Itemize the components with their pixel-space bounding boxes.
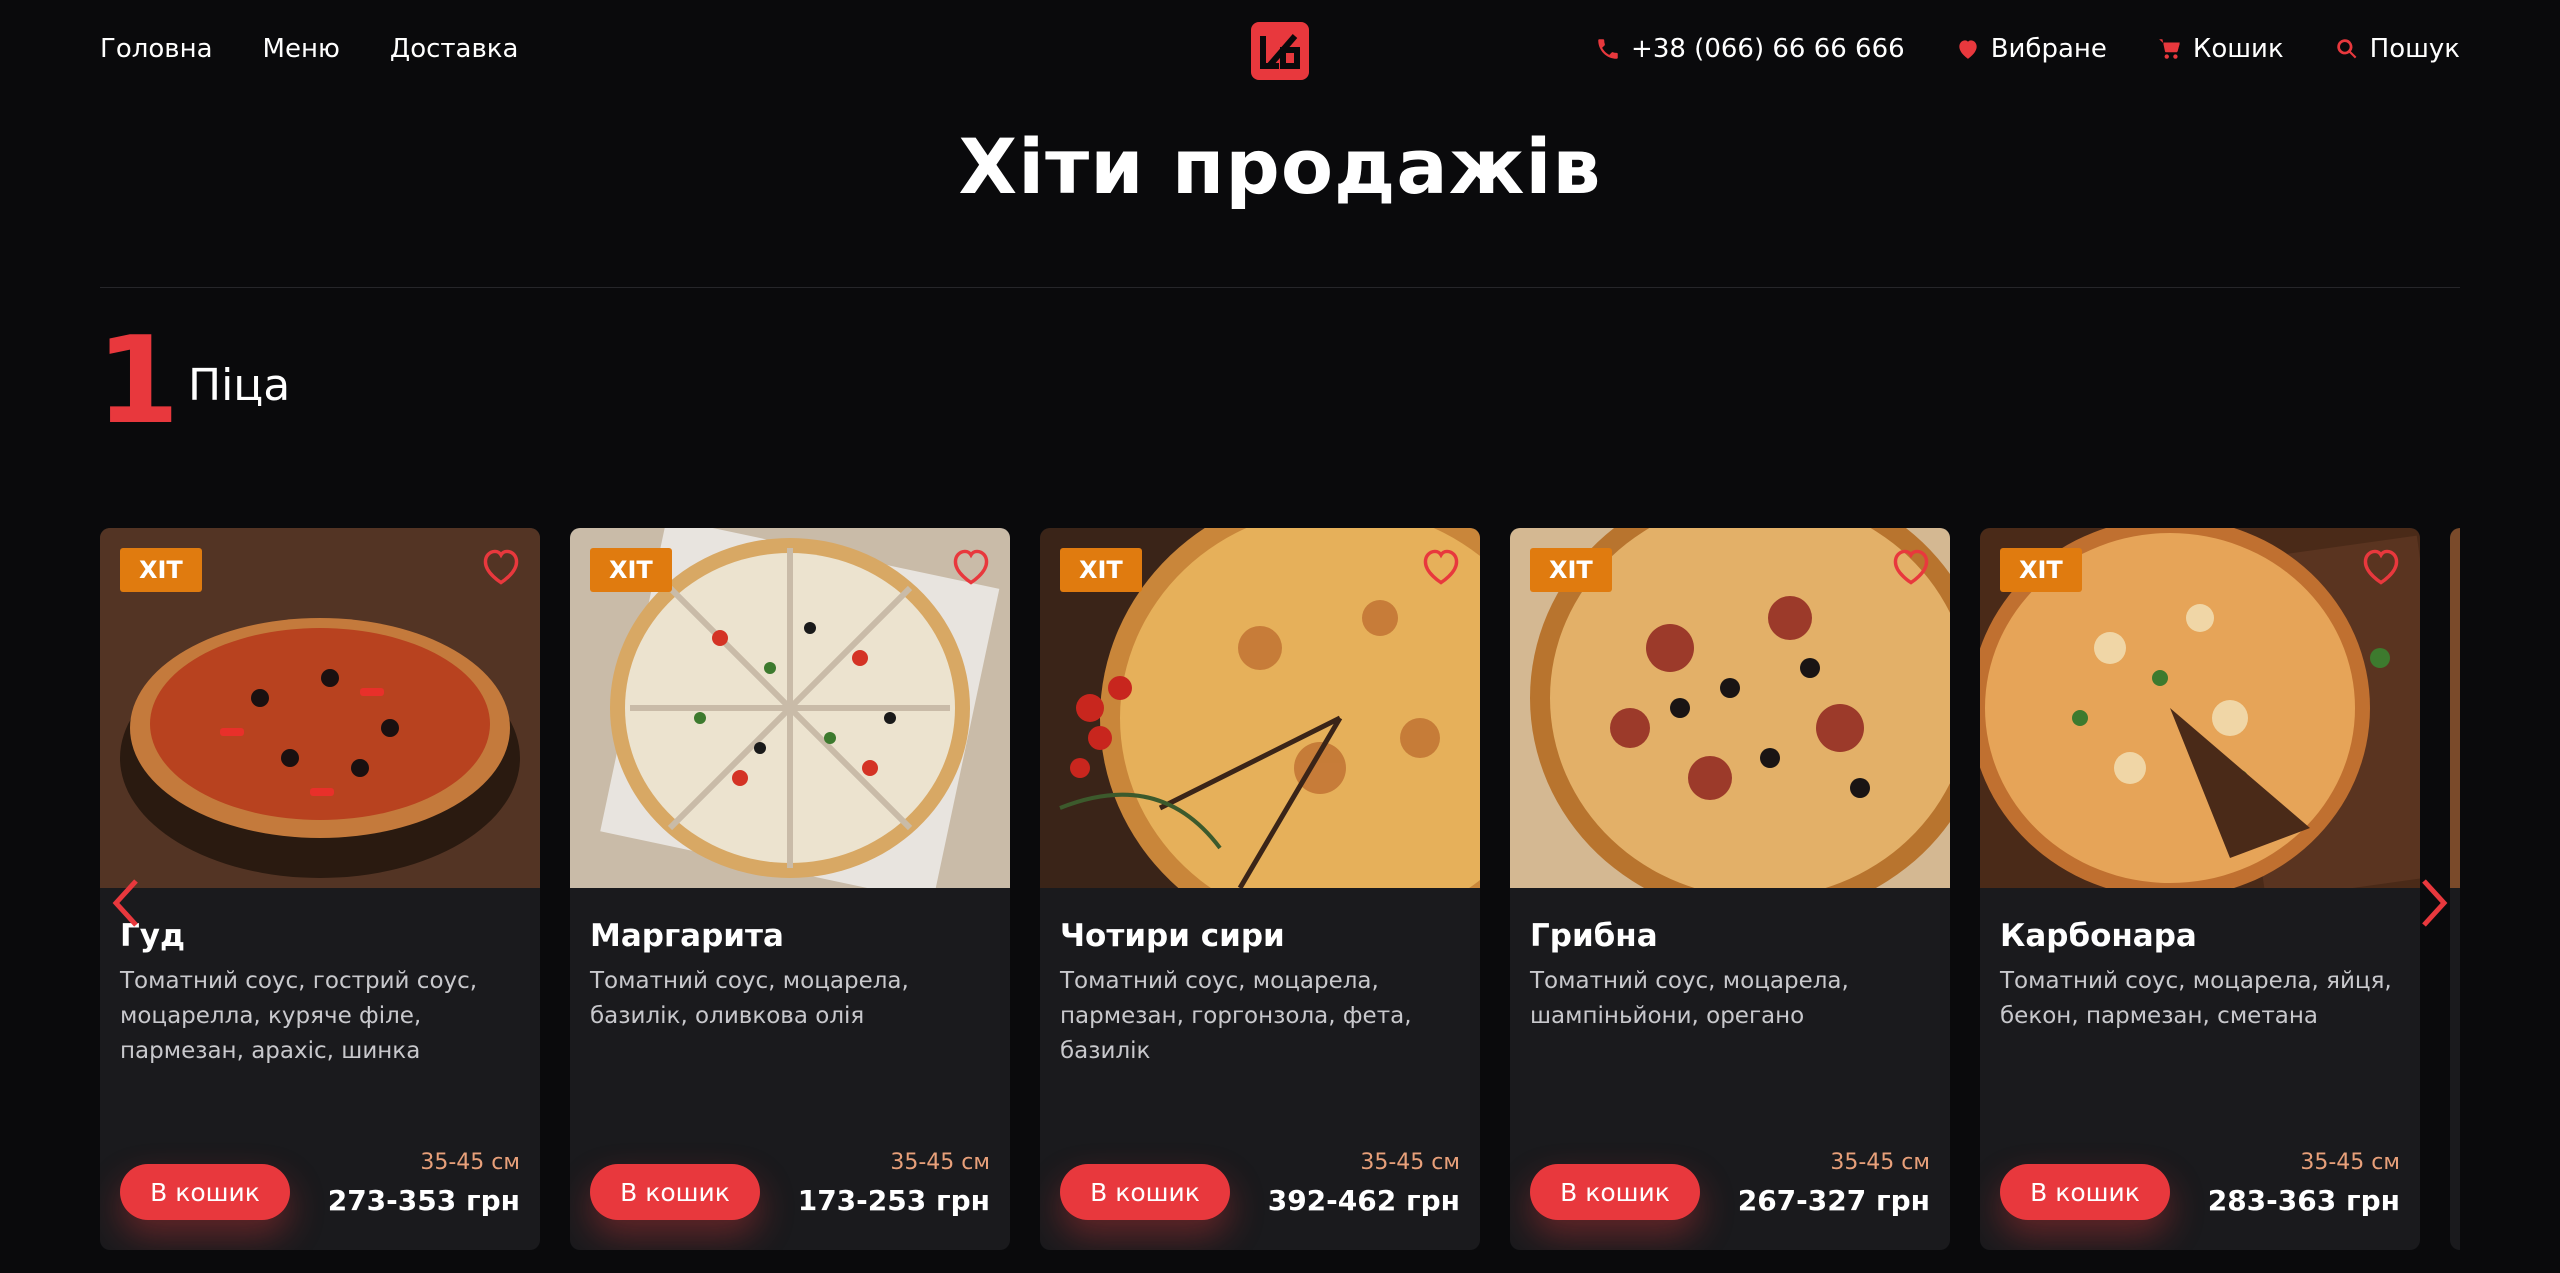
logo[interactable]	[1249, 20, 1311, 82]
product-price: 283-363 грн	[2207, 1184, 2400, 1217]
product-size: 35-45 см	[1830, 1150, 1930, 1175]
product-title: Карбонара	[2000, 918, 2197, 954]
add-to-cart-button[interactable]: В кошик	[590, 1164, 760, 1220]
nav-home-link[interactable]: Головна	[100, 34, 213, 64]
product-card[interactable]: ХІТ Гуд Томатний соус, гострий соус, моц…	[100, 528, 540, 1250]
favorite-heart-icon[interactable]	[480, 548, 522, 586]
phone-icon	[1598, 39, 1618, 59]
cart-icon	[2159, 39, 2180, 59]
product-description: Томатний соус, гострий соус, моцарелла, …	[120, 968, 478, 1064]
product-card[interactable]: ХІТ Карбонара Томатний соус, моцарела, я…	[1980, 528, 2420, 1250]
site-header: Головна Меню Доставка +38 (066) 66 66 66…	[0, 0, 2560, 104]
product-size: 35-45 см	[890, 1150, 990, 1175]
section-number: 1	[96, 312, 180, 451]
favorite-heart-icon[interactable]	[2360, 548, 2402, 586]
chevron-left-icon	[112, 879, 138, 927]
favorites-label: Вибране	[1990, 34, 2107, 64]
product-description: Томатний соус, моцарела, пармезан, горго…	[1060, 968, 1412, 1064]
add-to-cart-button[interactable]: В кошик	[1060, 1164, 1230, 1220]
favorite-heart-icon[interactable]	[950, 548, 992, 586]
main-nav: Головна Меню Доставка	[100, 34, 518, 64]
product-title: Чотири сири	[1060, 918, 1285, 954]
product-price: 267-327 грн	[1737, 1184, 1930, 1217]
favorite-heart-icon[interactable]	[1420, 548, 1462, 586]
phone-number: +38 (066) 66 66 666	[1631, 34, 1905, 64]
chevron-right-icon	[2422, 879, 2448, 927]
phone-link[interactable]: +38 (066) 66 66 666	[1595, 34, 1905, 64]
product-card[interactable]: ХІТ Грибна Томатний соус, моцарела, шамп…	[1510, 528, 1950, 1250]
cart-link[interactable]: Кошик	[2157, 34, 2284, 64]
product-price: 273-353 грн	[327, 1184, 520, 1217]
product-size: 35-45 см	[2300, 1150, 2400, 1175]
heart-icon	[1959, 40, 1977, 59]
add-to-cart-button[interactable]: В кошик	[2000, 1164, 2170, 1220]
product-price: 173-253 грн	[797, 1184, 990, 1217]
search-icon	[2336, 39, 2357, 59]
product-size: 35-45 см	[420, 1150, 520, 1175]
hit-badge: ХІТ	[1530, 548, 1612, 592]
product-description: Томатний соус, моцарела, яйця, бекон, па…	[2000, 968, 2392, 1029]
add-to-cart-button[interactable]: В кошик	[120, 1164, 290, 1220]
product-title: Грибна	[1530, 918, 1658, 954]
carousel-prev-button[interactable]	[106, 875, 146, 931]
product-card[interactable]: ХІТ Маргарита Томатний соус, моцарела, б…	[570, 528, 1010, 1250]
hit-badge: ХІТ	[2000, 548, 2082, 592]
section-title: Піца	[188, 360, 291, 411]
hit-badge: ХІТ	[1060, 548, 1142, 592]
favorites-link[interactable]: Вибране	[1955, 34, 2107, 64]
product-title: Маргарита	[590, 918, 784, 954]
carousel-next-button[interactable]	[2414, 875, 2454, 931]
page-title: Хіти продажів	[958, 122, 1602, 211]
search-link[interactable]: Пошук	[2334, 34, 2460, 64]
divider	[100, 287, 2460, 288]
product-image	[2450, 528, 2460, 888]
nav-delivery-link[interactable]: Доставка	[390, 34, 519, 64]
hit-badge: ХІТ	[120, 548, 202, 592]
product-size: 35-45 см	[1360, 1150, 1460, 1175]
product-card[interactable]: ХІТ Чотири сири Томатний соус, моцарела,…	[1040, 528, 1480, 1250]
product-carousel: ХІТ Гуд Томатний соус, гострий соус, моц…	[100, 528, 2460, 1252]
product-description: Томатний соус, моцарела, шампіньйони, ор…	[1530, 968, 1849, 1029]
cart-label: Кошик	[2192, 34, 2284, 64]
product-description: Томатний соус, моцарела, базилік, оливко…	[590, 968, 909, 1029]
favorite-heart-icon[interactable]	[1890, 548, 1932, 586]
header-actions: +38 (066) 66 66 666 Вибране Кошик Пошук	[1595, 34, 2460, 64]
nav-menu-link[interactable]: Меню	[263, 34, 340, 64]
hit-badge: ХІТ	[590, 548, 672, 592]
search-label: Пошук	[2369, 34, 2460, 64]
add-to-cart-button[interactable]: В кошик	[1530, 1164, 1700, 1220]
product-price: 392-462 грн	[1267, 1184, 1460, 1217]
